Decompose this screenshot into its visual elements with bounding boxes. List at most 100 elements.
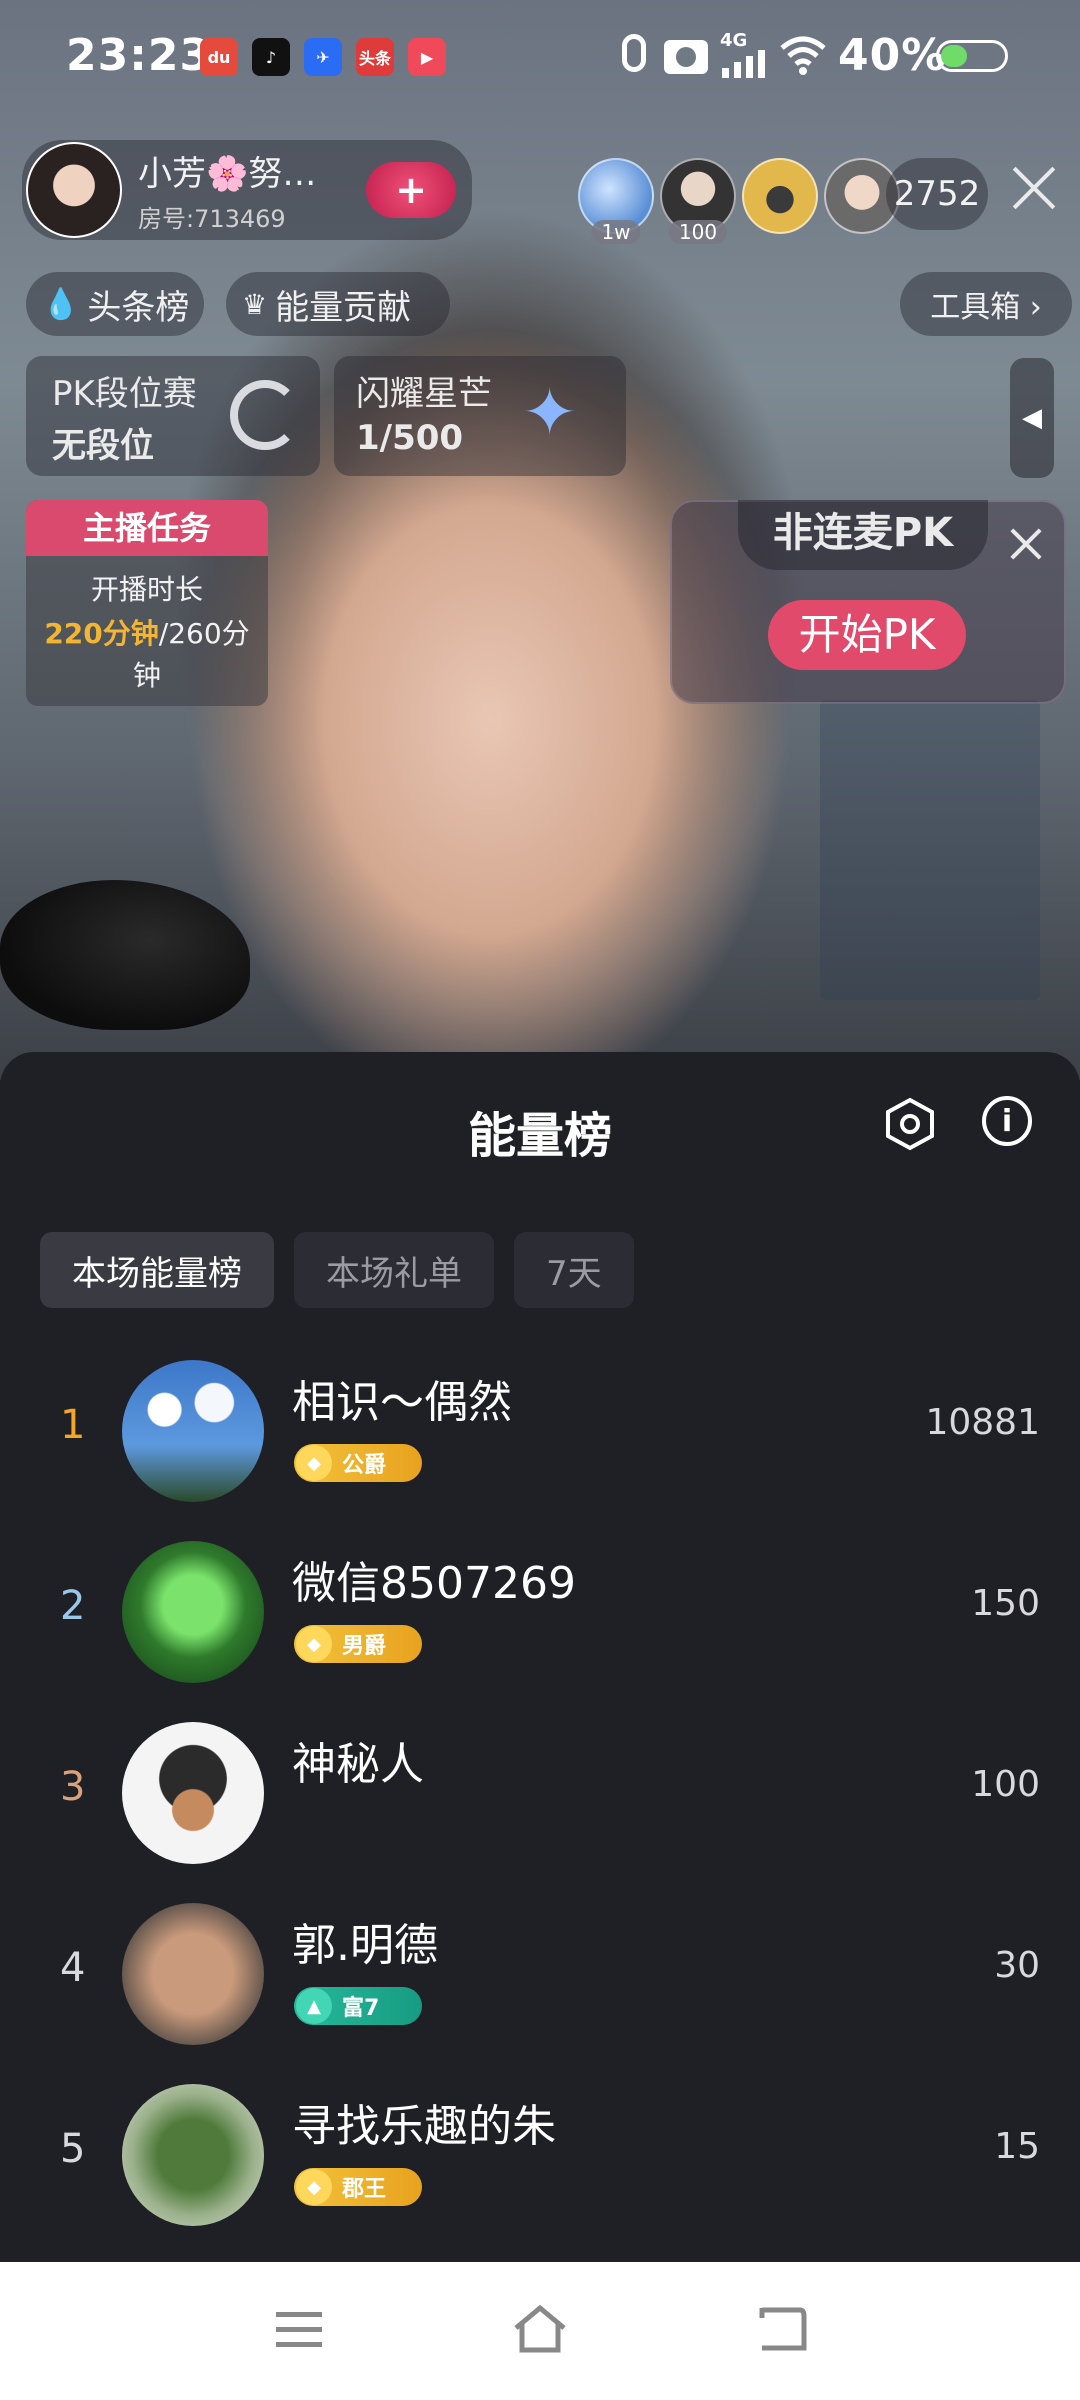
viewer-count-pill[interactable]: 2752 xyxy=(886,158,988,230)
badge-gem-icon: ◆ xyxy=(296,1626,332,1662)
status-time: 23:23 xyxy=(66,30,212,81)
user-rank-badge: ◆ 公爵 xyxy=(294,1444,422,1482)
battery-percent: 40% xyxy=(838,30,947,81)
user-rank-badge: ◆ 郡王 xyxy=(294,2168,422,2206)
battery-icon xyxy=(936,40,1008,72)
user-avatar[interactable] xyxy=(122,1903,264,2045)
network-label: 4G xyxy=(720,30,748,51)
toolbox-label: 工具箱 › xyxy=(930,290,1042,325)
start-pk-button[interactable]: 开始PK xyxy=(768,600,966,670)
star-icon: ✦ xyxy=(522,374,578,451)
viewer-badge: 100 xyxy=(668,220,728,244)
user-avatar[interactable] xyxy=(122,1722,264,1864)
home-icon[interactable] xyxy=(510,2302,570,2358)
star-progress-card[interactable]: 闪耀星芒 1/500 ✦ xyxy=(334,356,626,476)
user-name: 微信8507269 xyxy=(292,1558,576,1609)
host-task-card[interactable]: 主播任务 开播时长 220分钟/260分 钟 xyxy=(26,500,268,706)
badge-gem-icon: ◆ xyxy=(296,1445,332,1481)
pk-card-close-icon[interactable] xyxy=(1006,524,1046,564)
pk-rank-card[interactable]: PK段位赛 无段位 xyxy=(26,356,320,476)
user-avatar[interactable] xyxy=(122,2084,264,2226)
energy-score: 100 xyxy=(971,1764,1040,1805)
badge-label: 富7 xyxy=(342,1996,380,2021)
badge-label: 男爵 xyxy=(342,1634,387,1659)
host-task-line1: 开播时长 xyxy=(90,573,203,606)
viewer-avatar[interactable]: 100 xyxy=(660,158,736,244)
rank-number: 1 xyxy=(60,1402,86,1448)
toutiao-app-icon: 头条 xyxy=(356,38,394,76)
user-name: 相识～偶然 xyxy=(292,1377,512,1428)
energy-contribution-chip[interactable]: ♛ 能量贡献 xyxy=(226,272,450,336)
user-avatar[interactable] xyxy=(122,1360,264,1502)
tab-0[interactable]: 本场能量榜 xyxy=(40,1232,274,1308)
viewer-badge: 1w xyxy=(591,220,641,244)
rank-number: 4 xyxy=(60,1945,86,1991)
viewer-count: 2752 xyxy=(893,174,981,214)
user-avatar[interactable] xyxy=(122,1541,264,1683)
side-panel-toggle[interactable]: ◀ xyxy=(1010,358,1054,478)
user-name: 郭.明德 xyxy=(292,1920,438,1971)
energy-score: 10881 xyxy=(925,1402,1040,1443)
plus-icon: + xyxy=(395,168,427,212)
rank-row[interactable]: 2 微信8507269 ◆ 男爵 150 xyxy=(0,1533,1080,1693)
badge-label: 公爵 xyxy=(342,1453,387,1478)
viewer-avatar-image xyxy=(742,158,818,234)
mic-icon xyxy=(622,34,646,72)
feishu-app-icon: ✈ xyxy=(304,38,342,76)
tab-1[interactable]: 本场礼单 xyxy=(294,1232,494,1308)
host-task-total: /260分 xyxy=(158,617,250,650)
user-rank-badge: ◆ 男爵 xyxy=(294,1625,422,1663)
user-name: 神秘人 xyxy=(292,1739,424,1790)
video-app-icon: ▶ xyxy=(408,38,446,76)
sheet-tabs: 本场能量榜 本场礼单 7天 xyxy=(40,1232,634,1308)
badge-gem-icon: ▲ xyxy=(296,1988,332,2024)
caret-left-icon: ◀ xyxy=(1022,403,1042,433)
douyin-app-icon: ♪ xyxy=(252,38,290,76)
host-room-number: 房号:713469 xyxy=(138,205,286,233)
user-name: 寻找乐趣的朱 xyxy=(292,2101,556,2152)
energy-score: 15 xyxy=(994,2126,1040,2167)
non-linked-pk-card: 非连麦PK 开始PK xyxy=(670,500,1066,704)
camera-icon xyxy=(664,40,708,74)
pk-rank-value: 无段位 xyxy=(52,426,154,466)
energy-score: 30 xyxy=(994,1945,1040,1986)
baidu-app-icon: du xyxy=(200,38,238,76)
menu-icon[interactable] xyxy=(276,2312,322,2348)
follow-button[interactable]: + xyxy=(366,162,456,218)
system-nav-bar xyxy=(0,2262,1080,2400)
rank-row[interactable]: 5 寻找乐趣的朱 ◆ 郡王 15 xyxy=(0,2076,1080,2236)
rank-row[interactable]: 1 相识～偶然 ◆ 公爵 10881 xyxy=(0,1352,1080,1512)
star-title: 闪耀星芒 xyxy=(356,374,492,414)
wifi-icon xyxy=(780,36,826,75)
rank-list: 1 相识～偶然 ◆ 公爵 10881 2 微信8507269 ◆ 男爵 150 3 神秘人 100 4 郭.… xyxy=(0,1352,1080,2262)
background-window xyxy=(820,700,1040,1000)
toolbox-chip[interactable]: 工具箱 › xyxy=(900,272,1072,336)
status-app-icons: du ♪ ✈ 头条 ▶ xyxy=(200,38,446,76)
rank-row[interactable]: 3 神秘人 100 xyxy=(0,1714,1080,1874)
rank-number: 5 xyxy=(60,2126,86,2172)
settings-hex-icon[interactable] xyxy=(882,1096,938,1152)
headline-rank-chip[interactable]: 💧 头条榜 xyxy=(26,272,204,336)
viewer-avatar[interactable]: 1w xyxy=(578,158,654,244)
rank-number: 2 xyxy=(60,1583,86,1629)
back-icon[interactable] xyxy=(754,2304,810,2356)
info-icon[interactable]: i xyxy=(982,1096,1032,1146)
energy-score: 150 xyxy=(971,1583,1040,1624)
host-task-progress: 220分钟 xyxy=(44,617,159,650)
headline-rank-label: 头条榜 xyxy=(87,287,190,328)
viewer-avatar[interactable] xyxy=(742,158,818,234)
rank-row[interactable]: 4 郭.明德 ▲ 富7 30 xyxy=(0,1895,1080,2055)
rank-number: 3 xyxy=(60,1764,86,1810)
star-value: 1/500 xyxy=(356,418,464,458)
signal-icon xyxy=(722,50,766,78)
close-room-icon[interactable] xyxy=(1006,160,1062,216)
host-info-pill[interactable]: 小芳🌸努… 房号:713469 + xyxy=(22,140,472,240)
tab-2[interactable]: 7天 xyxy=(514,1232,634,1308)
viewer-avatars: 1w 100 xyxy=(578,158,900,244)
host-avatar[interactable] xyxy=(26,142,122,238)
badge-gem-icon: ◆ xyxy=(296,2169,332,2205)
host-task-unit: 钟 xyxy=(132,659,161,692)
crown-icon: ♛ xyxy=(242,287,268,321)
flame-icon: 💧 xyxy=(42,286,80,322)
host-name: 小芳🌸努… xyxy=(138,154,317,194)
